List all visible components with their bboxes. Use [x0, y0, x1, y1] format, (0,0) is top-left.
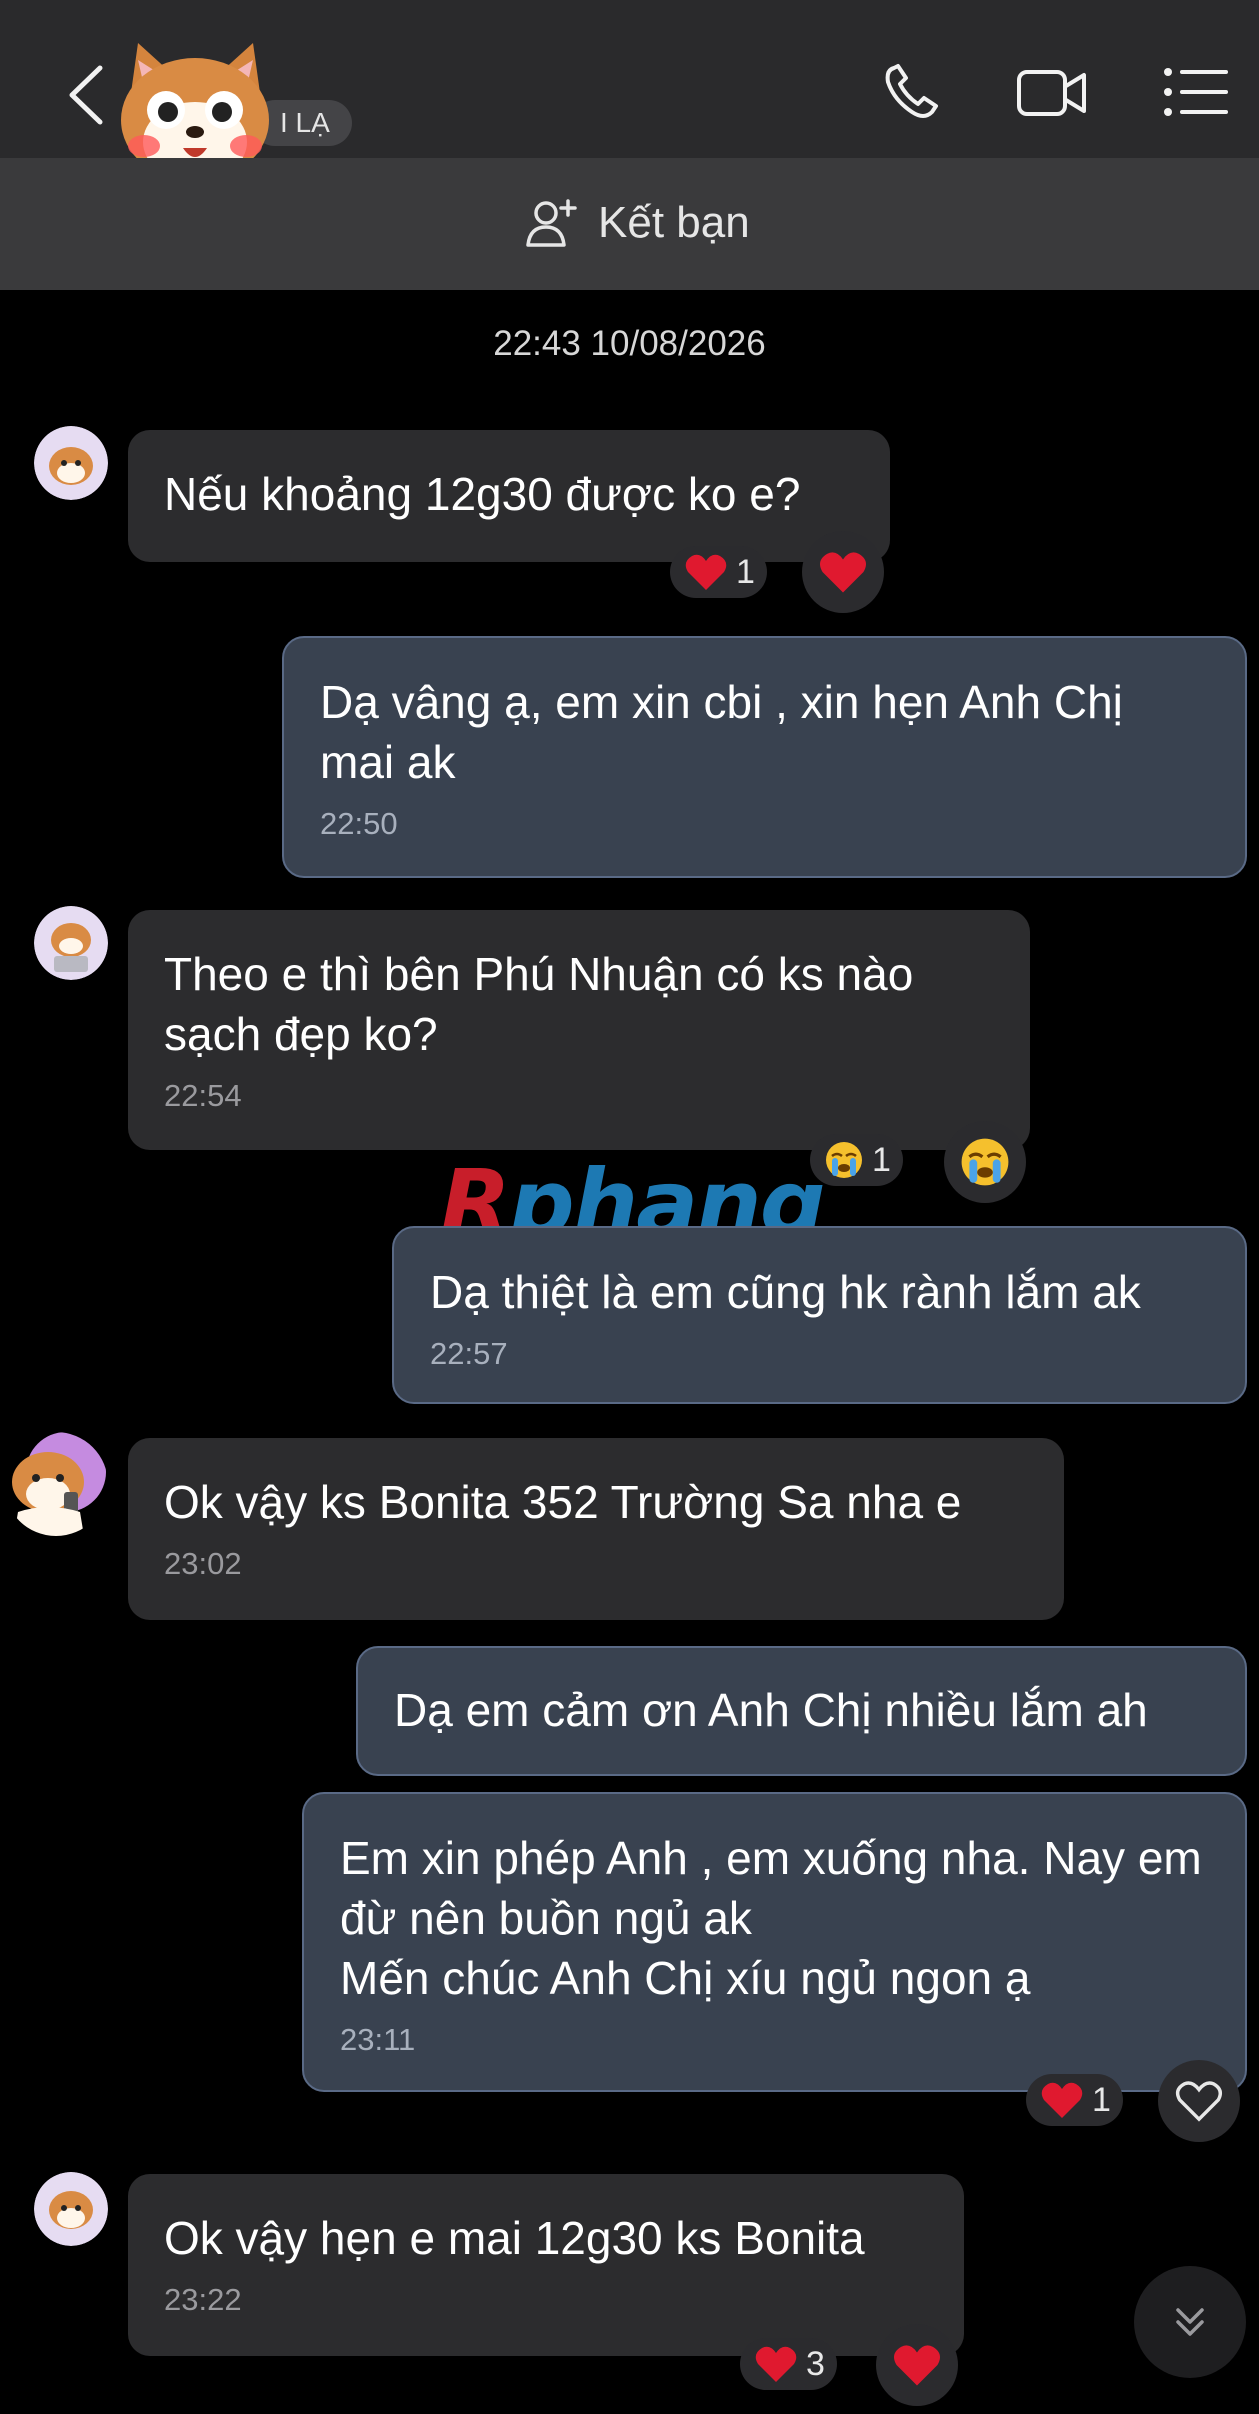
sender-avatar[interactable] [4, 1432, 108, 1536]
sender-avatar[interactable] [34, 426, 108, 500]
react-button[interactable] [802, 531, 884, 613]
heart-icon [819, 552, 867, 593]
message-time: 23:11 [340, 2022, 416, 2057]
react-button[interactable] [944, 1121, 1026, 1203]
message-text: Em xin phép Anh , em xuống nha. Nay em đ… [340, 1832, 1202, 1944]
heart-icon [893, 2345, 941, 2386]
sender-avatar[interactable] [34, 906, 108, 980]
add-friend-button[interactable]: Kết bạn [524, 190, 750, 256]
message-time: 22:54 [164, 1078, 242, 1113]
reaction-summary[interactable]: 3 [740, 2338, 837, 2390]
message-bubble-incoming[interactable]: Nếu khoảng 12g30 được ko e? [128, 430, 890, 562]
phone-call-icon[interactable] [880, 62, 952, 122]
message-bubble-outgoing[interactable]: Em xin phép Anh , em xuống nha. Nay em đ… [302, 1792, 1247, 2092]
message-time: 22:50 [320, 806, 398, 841]
video-call-icon[interactable] [1016, 62, 1088, 122]
message-bubble-outgoing[interactable]: Dạ vâng ạ, em xin cbi , xin hẹn Anh Chị … [282, 636, 1247, 878]
message-bubble-incoming[interactable]: Ok vậy ks Bonita 352 Trường Sa nha e 23:… [128, 1438, 1064, 1620]
reaction-count: 1 [1092, 2080, 1111, 2119]
back-arrow-icon[interactable] [62, 60, 112, 130]
react-button[interactable] [876, 2324, 958, 2406]
message-bubble-outgoing[interactable]: Dạ thiệt là em cũng hk rành lắm ak 22:57 [392, 1226, 1247, 1404]
message-bubble-outgoing[interactable]: Dạ em cảm ơn Anh Chị nhiều lắm ah [356, 1646, 1247, 1776]
heart-icon [685, 554, 727, 590]
double-chevron-down-icon [1176, 2308, 1204, 2336]
sender-avatar[interactable] [34, 2172, 108, 2246]
message-text: Dạ vâng ạ, em xin cbi , xin hẹn Anh Chị … [320, 676, 1123, 788]
heart-outline-icon [1175, 2081, 1223, 2122]
message-text: Ok vậy ks Bonita 352 Trường Sa nha e [164, 1476, 962, 1528]
add-person-icon [526, 199, 577, 247]
reaction-summary[interactable]: 1 [670, 546, 767, 598]
message-text: Theo e thì bên Phú Nhuận có ks nào sạch … [164, 948, 914, 1060]
reaction-summary[interactable]: 1 [810, 1134, 903, 1186]
message-bubble-incoming[interactable]: Theo e thì bên Phú Nhuận có ks nào sạch … [128, 910, 1030, 1150]
crying-face-icon [961, 1138, 1009, 1186]
crying-face-icon [826, 1142, 862, 1178]
heart-icon [1041, 2082, 1083, 2118]
menu-list-icon[interactable] [1162, 62, 1234, 122]
message-text: Mến chúc Anh Chị xíu ngủ ngon ạ [340, 1952, 1031, 2004]
reaction-count: 3 [806, 2344, 825, 2383]
message-time: 22:57 [430, 1336, 508, 1371]
message-text: Dạ thiệt là em cũng hk rành lắm ak [430, 1266, 1141, 1318]
scroll-to-bottom-button[interactable] [1134, 2266, 1246, 2378]
reaction-count: 1 [872, 1140, 891, 1179]
heart-icon [755, 2346, 797, 2382]
message-text: Nếu khoảng 12g30 được ko e? [164, 468, 801, 520]
react-button[interactable] [1158, 2060, 1240, 2142]
reaction-summary[interactable]: 1 [1026, 2074, 1123, 2126]
message-time: 23:02 [164, 1546, 242, 1581]
message-bubble-incoming[interactable]: Ok vậy hẹn e mai 12g30 ks Bonita 23:22 [128, 2174, 964, 2356]
message-time: 23:22 [164, 2282, 242, 2317]
message-text: Dạ em cảm ơn Anh Chị nhiều lắm ah [394, 1684, 1148, 1736]
add-friend-label: Kết bạn [598, 198, 750, 247]
reaction-count: 1 [736, 552, 755, 591]
message-text: Ok vậy hẹn e mai 12g30 ks Bonita [164, 2212, 865, 2264]
date-separator: 22:43 10/08/2026 [493, 324, 766, 363]
